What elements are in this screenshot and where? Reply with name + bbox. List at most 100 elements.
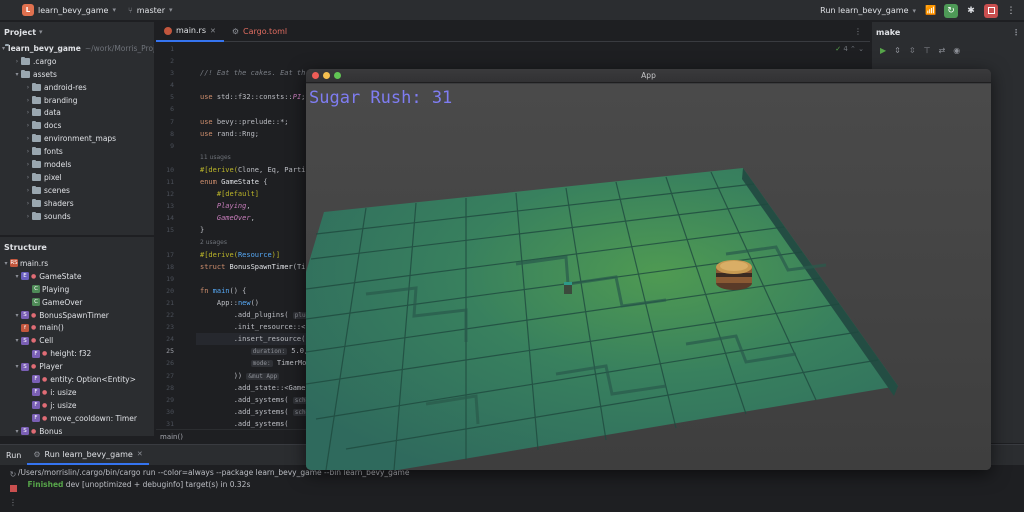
chevron-down-icon: ▾ — [39, 28, 43, 36]
run-config-selector[interactable]: Run learn_bevy_game ▾ — [818, 0, 918, 21]
structure-item[interactable]: ▾ S ● Cell — [0, 334, 154, 347]
rerun-icon[interactable]: ↻ — [8, 469, 18, 479]
project-panel-header[interactable]: Project ▾ — [0, 22, 154, 42]
private-lock-icon: ● — [31, 324, 37, 332]
folder-icon — [32, 121, 41, 130]
tree-item[interactable]: › shaders — [0, 197, 154, 210]
tree-item[interactable]: › docs — [0, 119, 154, 132]
tree-item[interactable]: › pixel — [0, 171, 154, 184]
structure-item-label: Player — [39, 362, 63, 372]
structure-type-icon: F — [32, 414, 40, 423]
stop-button[interactable] — [984, 3, 998, 18]
chevron-right-icon: › — [26, 135, 30, 143]
structure-item[interactable]: f ● main() — [0, 321, 154, 334]
game-scene[interactable] — [306, 84, 991, 470]
chevron-down-icon: ▾ — [15, 337, 19, 345]
zoom-window-button[interactable] — [334, 72, 341, 79]
structure-item[interactable]: ▾ S ● Player — [0, 360, 154, 373]
tab-label: Cargo.toml — [243, 27, 288, 36]
structure-item[interactable]: F ● i: usize — [0, 386, 154, 399]
structure-item[interactable]: F ● entity: Option<Entity> — [0, 373, 154, 386]
structure-item[interactable]: ▾ E ● GameState — [0, 270, 154, 283]
line-number: 7 — [170, 117, 174, 126]
tab-run-config[interactable]: ⚙ Run learn_bevy_game ✕ — [27, 445, 149, 465]
more-icon[interactable]: ⋮ — [1004, 4, 1018, 18]
close-window-button[interactable] — [312, 72, 319, 79]
line-number: 8 — [170, 129, 174, 138]
tree-item-label: environment_maps — [44, 134, 117, 144]
structure-type-icon: S — [21, 362, 29, 371]
folder-icon — [32, 198, 41, 207]
tree-item-label: docs — [44, 121, 62, 131]
close-icon[interactable]: ✕ — [137, 450, 143, 458]
project-switcher[interactable]: L learn_bevy_game ▾ — [16, 0, 122, 21]
tree-item[interactable]: › environment_maps — [0, 132, 154, 145]
line-number: 3 — [170, 69, 174, 78]
console-output[interactable]: /Users/morrislin/.cargo/bin/cargo run --… — [18, 467, 409, 491]
structure-item[interactable]: F ● j: usize — [0, 399, 154, 412]
chevron-down-icon: ▾ — [912, 6, 916, 15]
line-number: 6 — [170, 105, 174, 114]
tree-item-label: android-res — [44, 82, 87, 92]
chevron-down-icon: ▾ — [2, 44, 6, 52]
expand-icon[interactable]: ⇕ — [894, 46, 901, 55]
tree-root[interactable]: ▾ learn_bevy_game ~/work/Morris_Proj — [0, 42, 154, 55]
tree-item[interactable]: › sounds — [0, 210, 154, 223]
chevron-down-icon: ▾ — [112, 6, 116, 14]
structure-panel-header: Structure — [0, 237, 154, 257]
stop-icon[interactable] — [8, 483, 18, 493]
structure-type-icon: F — [32, 401, 40, 410]
branch-switcher[interactable]: ⑂ master ▾ — [122, 0, 179, 21]
tab-cargo-toml[interactable]: ⚙ Cargo.toml — [224, 22, 295, 42]
structure-type-icon: S — [21, 311, 29, 319]
eye-icon[interactable]: ◉ — [953, 46, 960, 55]
play-icon[interactable]: ▶ — [880, 46, 886, 55]
structure-item[interactable]: C Playing — [0, 283, 154, 296]
collapse-icon[interactable]: ⇳ — [909, 46, 916, 55]
tree-item[interactable]: › .cargo — [0, 55, 154, 68]
structure-item[interactable]: ▾ RS main.rs — [0, 257, 154, 270]
tree-root-label: learn_bevy_game — [8, 43, 81, 53]
tree-item[interactable]: › branding — [0, 94, 154, 107]
chevron-right-icon: › — [15, 57, 19, 65]
line-number: 18 — [166, 262, 174, 271]
rerun-button[interactable]: ↻ — [944, 3, 958, 18]
tree-item[interactable]: › models — [0, 158, 154, 171]
folder-icon — [32, 211, 41, 220]
line-number: 27 — [166, 371, 174, 380]
structure-item[interactable]: F ● height: f32 — [0, 347, 154, 360]
tree-item[interactable]: › data — [0, 106, 154, 119]
tree-item-label: assets — [33, 69, 57, 79]
chevron-down-icon: ▾ — [15, 70, 19, 78]
tab-main-rs[interactable]: main.rs ✕ — [156, 22, 224, 42]
tree-item[interactable]: › fonts — [0, 145, 154, 158]
line-number: 12 — [166, 190, 174, 199]
structure-item-label: entity: Option<Entity> — [50, 374, 136, 384]
app-window-titlebar[interactable]: App — [306, 69, 991, 83]
tree-item[interactable]: › android-res — [0, 81, 154, 94]
minimize-window-button[interactable] — [323, 72, 330, 79]
more-icon[interactable]: ⋮ — [1012, 28, 1020, 37]
more-icon[interactable]: ⋮ — [854, 27, 862, 36]
title-bar: L learn_bevy_game ▾ ⑂ master ▾ Run learn… — [0, 0, 1024, 21]
structure-item[interactable]: ▾ S ● Bonus — [0, 425, 154, 436]
app-window[interactable]: App Sugar Rush: 31 — [306, 69, 991, 470]
more-icon[interactable]: ⋮ — [8, 497, 18, 507]
chevron-down-icon: ▾ — [15, 427, 19, 435]
tree-item[interactable]: ▾ assets — [0, 68, 154, 81]
tree-item-label: shaders — [44, 198, 74, 208]
close-icon[interactable]: ✕ — [210, 27, 216, 35]
inspections-widget[interactable]: ✓ 4 ⌃ ⌄ — [835, 45, 864, 53]
antenna-icon[interactable]: 📶 — [924, 4, 938, 18]
debug-icon[interactable]: ✱ — [964, 4, 978, 18]
structure-item[interactable]: F ● move_cooldown: Timer — [0, 412, 154, 425]
structure-item[interactable]: ▾ S ● BonusSpawnTimer — [0, 309, 154, 322]
tree-item[interactable]: › scenes — [0, 184, 154, 197]
chevron-down-icon: ▾ — [15, 272, 19, 280]
chevron-down-icon: ▾ — [15, 363, 19, 371]
console-line: dev [unoptimized + debuginfo] target(s) … — [63, 480, 251, 489]
folder-icon — [32, 95, 41, 104]
structure-item[interactable]: C GameOver — [0, 296, 154, 309]
settings-icon[interactable]: ⇄ — [939, 46, 946, 55]
filter-icon[interactable]: ⊤ — [924, 46, 931, 55]
